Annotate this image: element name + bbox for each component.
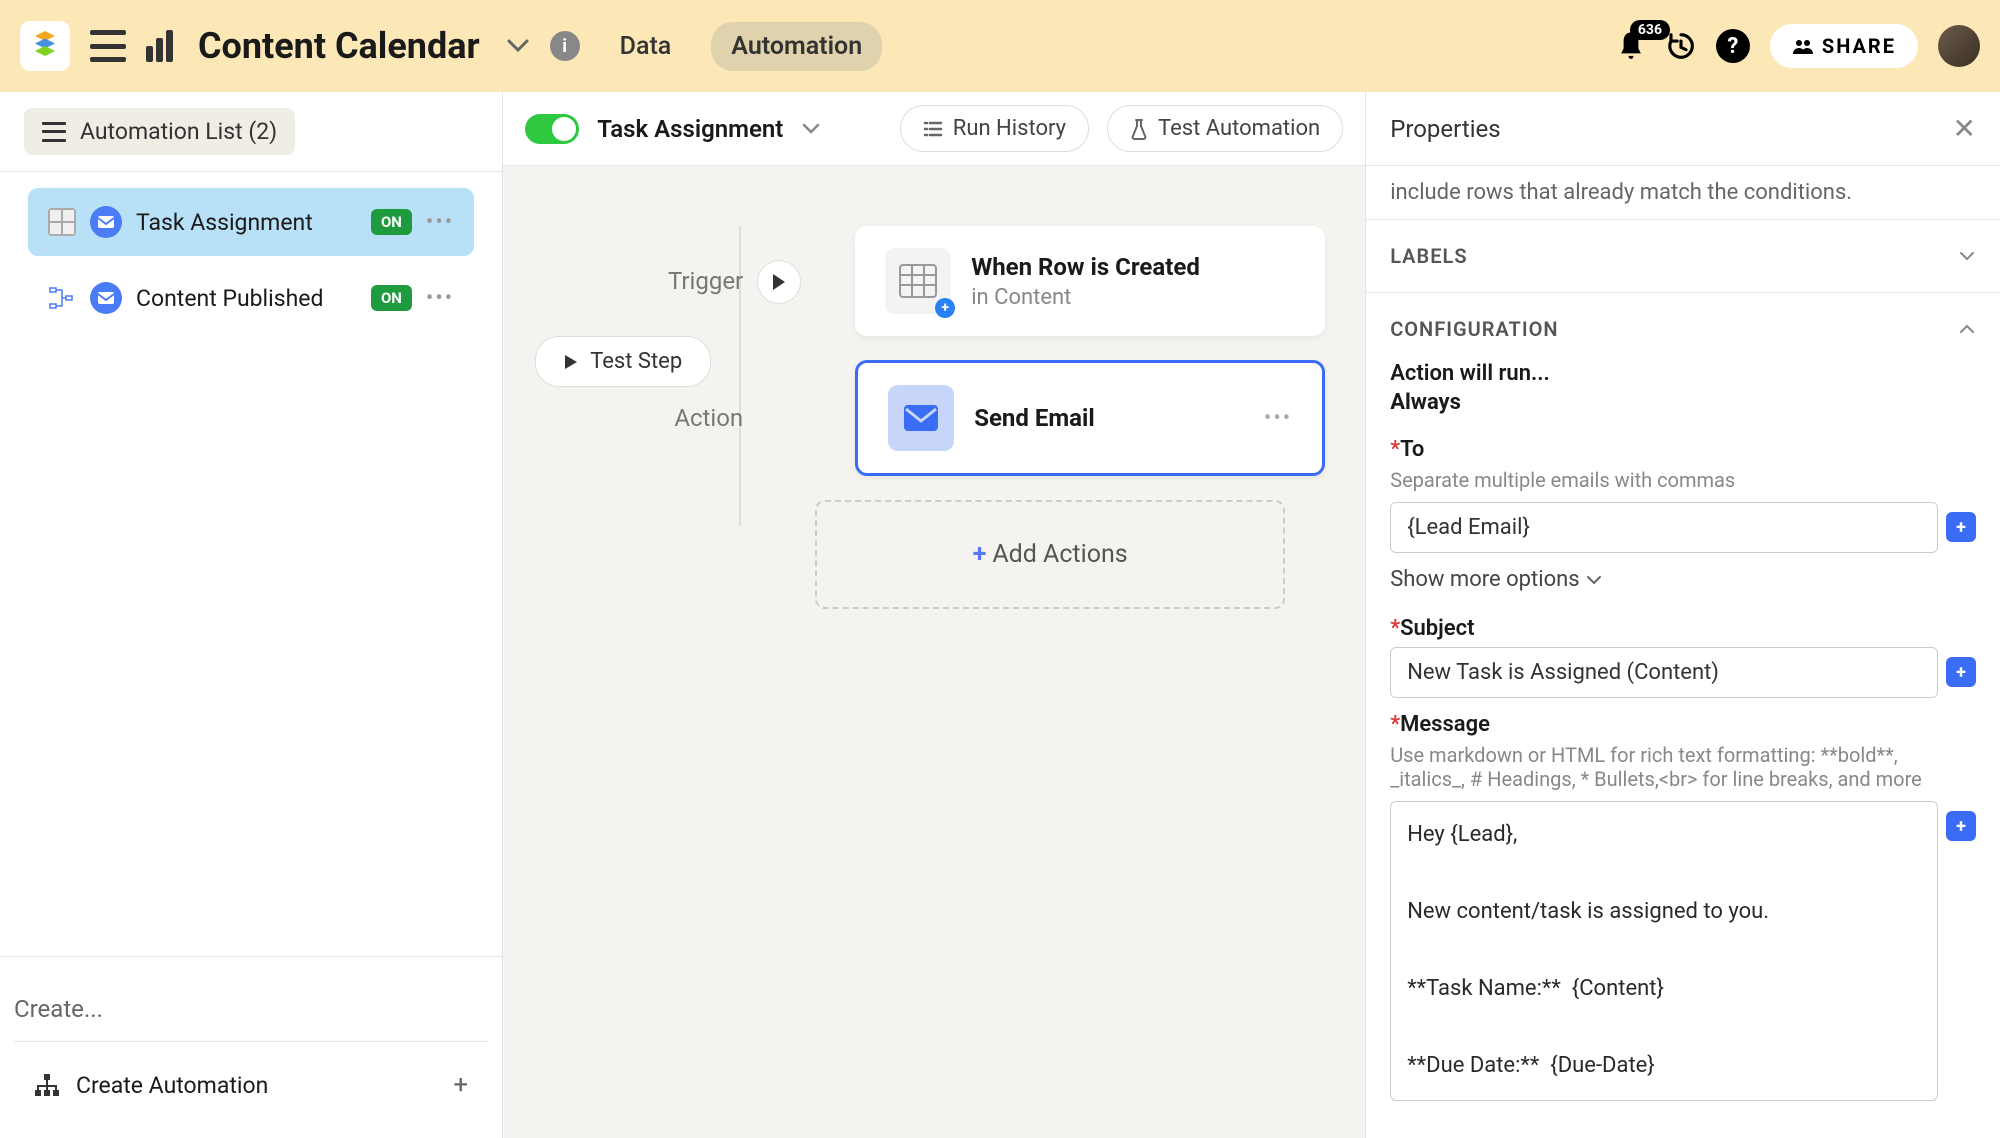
- to-hint: Separate multiple emails with commas: [1390, 468, 1976, 492]
- notification-count: 636: [1630, 20, 1670, 40]
- sidebar-title[interactable]: Automation List (2): [24, 108, 295, 155]
- chevron-down-icon: [1586, 575, 1602, 585]
- to-input[interactable]: {Lead Email}: [1390, 502, 1938, 553]
- history-icon[interactable]: [1666, 31, 1696, 61]
- add-variable-button[interactable]: +: [1946, 657, 1976, 687]
- play-button[interactable]: [757, 260, 801, 304]
- status-badge: ON: [371, 209, 412, 235]
- plus-icon: +: [973, 540, 987, 569]
- automation-name: Task Assignment: [597, 115, 783, 143]
- properties-panel: Properties ✕ include rows that already m…: [1366, 92, 2000, 1138]
- close-icon[interactable]: ✕: [1953, 112, 1976, 145]
- action-run-value: Always: [1390, 390, 1976, 415]
- action-card-send-email[interactable]: Send Email •••: [855, 360, 1325, 476]
- test-step-button[interactable]: Test Step: [535, 336, 711, 387]
- people-icon: [1792, 37, 1814, 55]
- mail-icon: [90, 282, 122, 314]
- to-label: *To: [1390, 437, 1976, 462]
- create-automation-button[interactable]: Create Automation +: [14, 1062, 488, 1108]
- trigger-card-title: When Row is Created: [971, 253, 1200, 281]
- user-avatar[interactable]: [1938, 25, 1980, 67]
- play-icon: [564, 354, 578, 370]
- more-icon[interactable]: •••: [426, 210, 454, 235]
- mail-icon: [888, 385, 954, 451]
- action-run-label: Action will run...: [1390, 361, 1976, 386]
- subject-input[interactable]: New Task is Assigned (Content): [1390, 647, 1938, 698]
- automation-item-label: Task Assignment: [136, 209, 357, 236]
- message-textarea[interactable]: Hey {Lead}, New content/task is assigned…: [1390, 801, 1938, 1101]
- plus-badge-icon: +: [935, 298, 955, 318]
- automation-canvas: Task Assignment Run History Test Automat…: [503, 92, 1366, 1138]
- properties-hint: include rows that already match the cond…: [1366, 166, 2000, 220]
- create-label: Create...: [14, 977, 488, 1042]
- chevron-up-icon: [1958, 323, 1976, 335]
- trigger-card-subtitle: in Content: [971, 285, 1200, 310]
- notification-bell[interactable]: 636: [1616, 30, 1646, 62]
- flask-icon: [1130, 118, 1148, 140]
- chevron-down-icon[interactable]: [506, 38, 530, 54]
- more-icon[interactable]: •••: [426, 286, 454, 311]
- table-icon: +: [885, 248, 951, 314]
- more-icon[interactable]: •••: [1264, 406, 1292, 431]
- app-header: Content Calendar i Data Automation 636 ?…: [0, 0, 2000, 92]
- subject-label: *Subject: [1390, 616, 1976, 641]
- action-label: Action: [543, 404, 743, 432]
- add-variable-button[interactable]: +: [1946, 811, 1976, 841]
- menu-icon[interactable]: [90, 30, 126, 62]
- trigger-label: Trigger: [543, 267, 743, 295]
- nav-automation[interactable]: Automation: [711, 22, 882, 71]
- action-card-title: Send Email: [974, 404, 1244, 432]
- info-icon[interactable]: i: [550, 31, 580, 61]
- automation-item-content-published[interactable]: Content Published ON •••: [28, 264, 474, 332]
- list-icon: [42, 122, 66, 142]
- automation-toggle[interactable]: [525, 114, 579, 144]
- trigger-card[interactable]: + When Row is Created in Content: [855, 226, 1325, 336]
- automation-item-label: Content Published: [136, 285, 357, 312]
- run-history-button[interactable]: Run History: [900, 105, 1089, 152]
- nav-data[interactable]: Data: [600, 22, 692, 71]
- show-more-options[interactable]: Show more options: [1390, 567, 1976, 592]
- share-button[interactable]: SHARE: [1770, 24, 1918, 68]
- properties-title: Properties: [1390, 115, 1500, 143]
- chevron-down-icon[interactable]: [801, 122, 821, 136]
- plus-icon: +: [453, 1070, 468, 1100]
- chevron-down-icon: [1958, 250, 1976, 262]
- add-variable-button[interactable]: +: [1946, 512, 1976, 542]
- automation-item-task-assignment[interactable]: Task Assignment ON •••: [28, 188, 474, 256]
- help-icon[interactable]: ?: [1716, 29, 1750, 63]
- labels-section-header[interactable]: LABELS: [1390, 244, 1976, 268]
- share-label: SHARE: [1822, 34, 1896, 58]
- sitemap-icon: [34, 1073, 60, 1097]
- message-label: *Message: [1390, 712, 1976, 737]
- config-section-header[interactable]: CONFIGURATION: [1390, 317, 1976, 341]
- message-hint: Use markdown or HTML for rich text forma…: [1390, 743, 1976, 791]
- table-icon: [48, 208, 76, 236]
- mail-icon: [90, 206, 122, 238]
- page-title: Content Calendar: [198, 25, 480, 67]
- add-actions-button[interactable]: +Add Actions: [815, 500, 1285, 609]
- automation-sidebar: Automation List (2) Task Assignment ON •…: [0, 92, 503, 1138]
- list-icon: [923, 120, 943, 138]
- chart-icon[interactable]: [146, 30, 178, 62]
- status-badge: ON: [371, 285, 412, 311]
- test-automation-button[interactable]: Test Automation: [1107, 105, 1343, 152]
- app-logo[interactable]: [20, 21, 70, 71]
- tree-icon: [48, 284, 76, 312]
